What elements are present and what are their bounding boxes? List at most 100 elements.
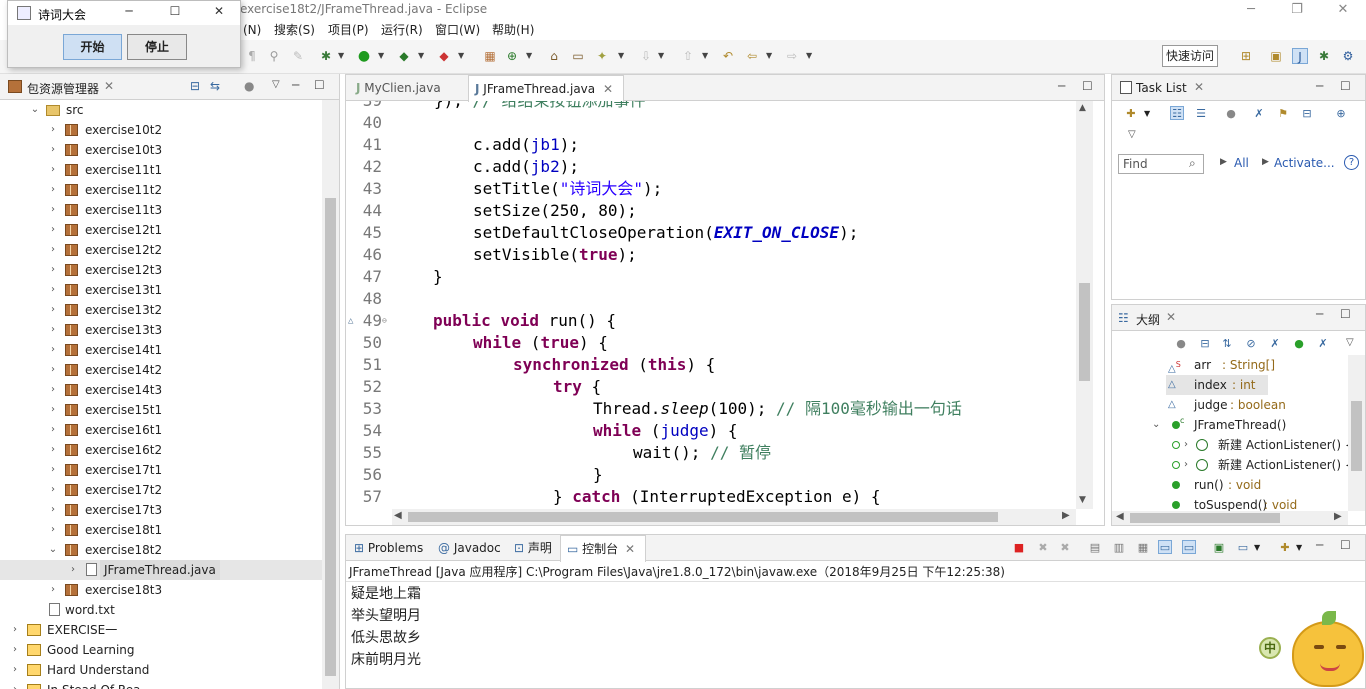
tree-package[interactable]: › exercise14t2 <box>0 360 322 380</box>
tab-jframethread[interactable]: J JFrameThread.java ✕ <box>468 75 624 102</box>
tree-package[interactable]: › exercise12t3 <box>0 260 322 280</box>
outline-constructor[interactable]: ⌄ c JFrameThread() <box>1152 415 1348 435</box>
collapse-arrow-icon[interactable]: › <box>48 360 58 380</box>
java-perspective-icon[interactable]: J <box>1292 48 1308 64</box>
focus-icon[interactable]: ● <box>1174 337 1188 351</box>
tab-javadoc[interactable]: @ Javadoc <box>432 535 506 561</box>
tree-package[interactable]: ⌄ exercise18t2 <box>0 540 322 560</box>
outline-title[interactable]: 大纲 <box>1136 311 1160 328</box>
outline-field-index[interactable]: △ index: int <box>1166 375 1268 395</box>
next-annotation-icon[interactable]: ⇩ <box>638 48 654 64</box>
tree-project[interactable]: › Good Learning <box>0 640 322 660</box>
close-view-icon[interactable]: ✕ <box>1194 80 1204 94</box>
hide-static-icon[interactable]: ✗ <box>1268 337 1282 351</box>
menu-run[interactable]: 运行(R) <box>381 22 423 38</box>
collapse-arrow-icon[interactable]: › <box>48 160 58 180</box>
tree-package[interactable]: › exercise15t1 <box>0 400 322 420</box>
editor-vertical-scrollbar[interactable]: ▲ ▼ <box>1076 101 1093 509</box>
forward-icon[interactable]: ⇨ <box>784 48 800 64</box>
new-class-icon[interactable]: ⊕ <box>504 48 520 64</box>
collapse-arrow-icon[interactable]: › <box>48 300 58 320</box>
toggle-mark-occurrences-icon[interactable]: ¶ <box>244 48 260 64</box>
collapse-arrow-icon[interactable]: › <box>48 320 58 340</box>
tree-package[interactable]: › exercise11t2 <box>0 180 322 200</box>
tree-package[interactable]: › exercise13t2 <box>0 300 322 320</box>
start-button[interactable]: 开始 <box>63 34 122 60</box>
last-edit-icon[interactable]: ↶ <box>720 48 736 64</box>
menu-project[interactable]: 项目(P) <box>328 22 369 38</box>
open-perspective-icon[interactable]: ⊞ <box>1238 48 1254 64</box>
collapse-arrow-icon[interactable]: › <box>48 120 58 140</box>
minimize-view-icon[interactable]: ─ <box>1316 79 1323 93</box>
tree-project[interactable]: › Hard Understand <box>0 660 322 680</box>
collapse-arrow-icon[interactable]: › <box>48 580 58 600</box>
repository-icon[interactable]: ⊕ <box>1334 107 1348 121</box>
show-stdout-icon[interactable]: ▭ <box>1158 540 1172 554</box>
tree-package[interactable]: › exercise14t3 <box>0 380 322 400</box>
dialog-close-button[interactable]: ✕ <box>208 4 230 18</box>
remove-launch-icon[interactable]: ✖ <box>1036 541 1050 555</box>
outline-vertical-scrollbar[interactable] <box>1348 355 1365 511</box>
collapse-arrow-icon[interactable]: › <box>48 500 58 520</box>
ime-badge[interactable]: 中 <box>1259 637 1281 659</box>
collapse-arrow-icon[interactable]: › <box>48 260 58 280</box>
terminate-icon[interactable]: ■ <box>1012 541 1026 555</box>
editor-maximize-icon[interactable]: ☐ <box>1082 79 1093 93</box>
tree-package[interactable]: › exercise12t1 <box>0 220 322 240</box>
tree-package[interactable]: › exercise16t2 <box>0 440 322 460</box>
collapse-arrow-icon[interactable]: › <box>10 620 20 640</box>
open-type-icon[interactable]: ⌂ <box>546 48 562 64</box>
open-folder-icon[interactable]: ▭ <box>570 48 586 64</box>
collapse-arrow-icon[interactable]: › <box>10 660 20 680</box>
tab-console[interactable]: ▭ 控制台 ✕ <box>560 535 646 562</box>
outline-field-arr[interactable]: △S arr: String[] <box>1168 355 1346 375</box>
collapse-arrow-icon[interactable]: › <box>48 520 58 540</box>
outline-listener-2[interactable]: › 新建 ActionListener() { <box>1172 455 1348 475</box>
activate-link[interactable]: Activate... <box>1274 156 1335 170</box>
menu-window[interactable]: 窗口(W) <box>435 22 480 38</box>
remove-all-icon[interactable]: ✖ <box>1058 541 1072 555</box>
collapse-all-icon[interactable]: ⊟ <box>190 79 200 93</box>
edit-icon[interactable]: ✎ <box>290 48 306 64</box>
hide-local-types-icon[interactable]: ✗ <box>1316 337 1330 351</box>
dialog-minimize-button[interactable]: ─ <box>118 4 140 18</box>
quick-access-field[interactable]: 快速访问 <box>1162 45 1218 67</box>
view-menu-icon[interactable]: ▽ <box>1128 129 1136 140</box>
debug-icon[interactable]: ✱ <box>318 48 334 64</box>
link-editor-icon[interactable]: ⇆ <box>210 79 220 93</box>
scheduled-icon[interactable]: ☰ <box>1194 107 1208 121</box>
show-stderr-icon[interactable]: ▭ <box>1182 540 1196 554</box>
task-list-title[interactable]: Task List <box>1136 81 1187 95</box>
maximize-view-icon[interactable]: ☐ <box>1340 307 1351 321</box>
tree-package[interactable]: › exercise18t3 <box>0 580 322 600</box>
collapse-arrow-icon[interactable]: › <box>48 480 58 500</box>
collapse-arrow-icon[interactable]: › <box>10 680 20 689</box>
minimize-view-icon[interactable]: ─ <box>1316 307 1323 321</box>
close-view-icon[interactable]: ✕ <box>104 79 114 93</box>
display-console-icon[interactable]: ▭ <box>1236 541 1250 555</box>
tree-java-file[interactable]: › JFrameThread.java <box>0 560 322 580</box>
clear-console-icon[interactable]: ▤ <box>1088 541 1102 555</box>
maximize-view-icon[interactable]: ☐ <box>314 78 325 92</box>
collapse-arrow-icon[interactable]: › <box>48 460 58 480</box>
tree-src-folder[interactable]: ⌄ src <box>0 100 322 120</box>
tree-package[interactable]: › exercise10t3 <box>0 140 322 160</box>
tree-package[interactable]: › exercise12t2 <box>0 240 322 260</box>
new-package-icon[interactable]: ▦ <box>482 48 498 64</box>
hide-fields-icon[interactable]: ⊘ <box>1244 337 1258 351</box>
editor-horizontal-scrollbar[interactable]: ◀ ▶ <box>392 509 1076 525</box>
run-icon[interactable]: ● <box>356 48 372 64</box>
dialog-maximize-button[interactable]: ☐ <box>164 4 186 18</box>
outline-listener-1[interactable]: › 新建 ActionListener() { <box>1172 435 1348 455</box>
menu-help[interactable]: 帮助(H) <box>492 22 534 38</box>
coverage-icon[interactable]: ◆ <box>396 48 412 64</box>
close-view-icon[interactable]: ✕ <box>1166 310 1176 324</box>
maximize-view-icon[interactable]: ☐ <box>1340 79 1351 93</box>
collapse-arrow-icon[interactable]: › <box>48 340 58 360</box>
code-area[interactable]: 39}); // 给结束按钮添加事件 40 41c.add(jb1); 42c.… <box>346 101 1076 509</box>
focus-icon[interactable]: ● <box>1224 107 1238 121</box>
hide-completed-icon[interactable]: ✗ <box>1252 107 1266 121</box>
tab-declaration[interactable]: ⊡ 声明 <box>508 535 558 561</box>
resource-perspective-icon[interactable]: ▣ <box>1268 48 1284 64</box>
view-menu-icon[interactable]: ▽ <box>1346 337 1354 348</box>
